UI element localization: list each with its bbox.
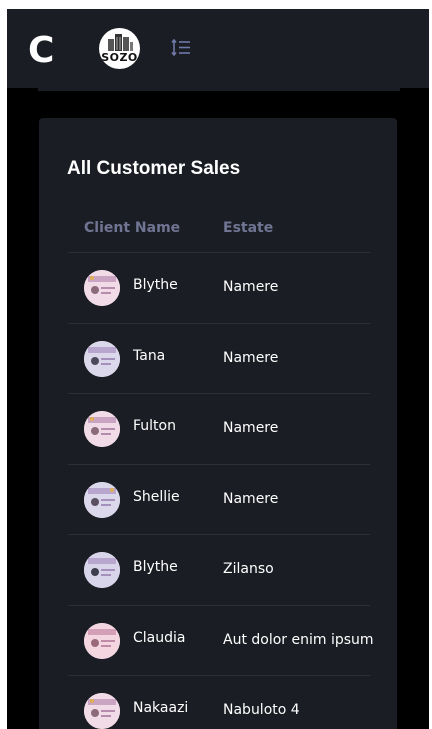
client-name: Tana [133, 347, 166, 364]
client-name: Claudia [133, 629, 186, 646]
table-row[interactable]: Tana Namere [68, 324, 370, 394]
estate-name: Namere [223, 420, 279, 436]
client-avatar [84, 270, 120, 306]
client-name: Shellie [133, 488, 180, 505]
estate-name: Namere [223, 279, 279, 295]
client-avatar [84, 411, 120, 447]
sort-order-icon [171, 38, 190, 57]
logo-text: SOZO [101, 51, 138, 64]
table-row[interactable]: Nakaazi Nabuloto 4 [68, 676, 370, 729]
column-header-client-name[interactable]: Client Name [84, 220, 180, 236]
client-avatar [84, 340, 120, 377]
table-row[interactable]: Fulton Namere [68, 394, 370, 465]
header-underline [38, 88, 400, 91]
client-name: Fulton [133, 418, 176, 434]
sort-button[interactable] [169, 36, 193, 60]
table-row[interactable]: Blythe Zilanso [68, 535, 370, 606]
estate-name: Aut dolor enim ipsum [223, 631, 374, 648]
client-name: Nakaazi [133, 700, 189, 716]
app-frame: C SOZO All Customer Sales Client Name Es… [7, 9, 429, 729]
card-title: All Customer Sales [67, 158, 241, 179]
estate-name: Nabuloto 4 [223, 702, 300, 718]
client-avatar [84, 552, 120, 588]
table-row[interactable]: Blythe Namere [68, 253, 370, 324]
table-row[interactable]: Shellie Namere [68, 465, 370, 535]
estate-name: Namere [223, 490, 279, 507]
estate-name: Zilanso [223, 561, 274, 577]
company-logo[interactable]: SOZO [99, 28, 140, 69]
sales-table-body: Blythe Namere Tana Namere Fulton Namere [68, 253, 374, 729]
table-row[interactable]: Claudia Aut dolor enim ipsum [68, 606, 374, 676]
client-name: Blythe [133, 277, 178, 293]
client-avatar [84, 693, 120, 729]
brand-letter[interactable]: C [28, 27, 54, 75]
column-header-estate[interactable]: Estate [223, 220, 273, 236]
client-avatar [84, 481, 120, 518]
client-name: Blythe [133, 559, 178, 575]
estate-name: Namere [223, 349, 279, 366]
client-avatar [84, 622, 120, 659]
table-header: Client Name Estate [68, 210, 370, 253]
customer-sales-card: All Customer Sales Client Name Estate Bl… [39, 118, 397, 729]
top-navbar: C SOZO [7, 9, 429, 88]
